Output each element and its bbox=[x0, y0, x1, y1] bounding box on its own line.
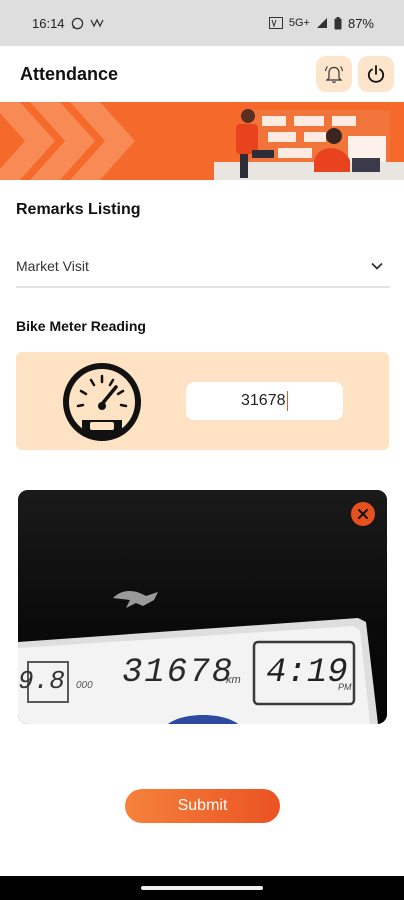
home-gesture-handle[interactable] bbox=[141, 886, 263, 890]
battery-icon bbox=[334, 16, 342, 29]
system-nav-bar bbox=[0, 876, 404, 900]
meter-reading-value: 31678 bbox=[241, 392, 286, 409]
volte-icon bbox=[268, 17, 283, 29]
submit-button[interactable]: Submit bbox=[125, 789, 280, 823]
text-cursor bbox=[286, 391, 288, 411]
status-right: 5G+ 87% bbox=[268, 15, 374, 31]
meter-reading-input[interactable]: 31678 bbox=[186, 382, 343, 420]
photo-clock-suffix: PM bbox=[338, 682, 352, 692]
remove-photo-button[interactable] bbox=[351, 502, 375, 526]
power-icon bbox=[367, 65, 385, 83]
logout-button[interactable] bbox=[358, 56, 394, 92]
close-icon bbox=[358, 509, 368, 519]
remarks-selected: Market Visit bbox=[16, 258, 89, 274]
bike-meter-label: Bike Meter Reading bbox=[16, 318, 146, 334]
status-bar: 16:14 5G+ 87% bbox=[0, 0, 404, 46]
whatsapp-icon bbox=[71, 17, 83, 29]
meter-reading-card: 31678 bbox=[16, 352, 389, 450]
page-title: Attendance bbox=[20, 63, 119, 84]
photo-odometer-unit: km bbox=[226, 674, 241, 686]
meter-photo: 9.8 000 31678 km 4:19 PM bbox=[18, 490, 387, 724]
banner-illustration bbox=[0, 102, 404, 180]
remarks-label: Remarks Listing bbox=[16, 201, 141, 218]
remarks-dropdown[interactable]: Market Visit bbox=[16, 246, 390, 288]
banner-artwork bbox=[0, 102, 404, 180]
notification-icon bbox=[89, 18, 104, 28]
photo-trip-unit: 000 bbox=[76, 680, 93, 691]
photo-trip-reading: 9.8 bbox=[18, 666, 65, 696]
signal-icon bbox=[316, 18, 327, 28]
network-type: 5G+ bbox=[288, 17, 310, 29]
battery-percent: 87% bbox=[347, 15, 374, 31]
bell-icon bbox=[325, 66, 343, 83]
photo-clock-reading: 4:19 bbox=[266, 654, 348, 692]
clock-value: 4:19 bbox=[266, 654, 348, 692]
status-time: 16:14 bbox=[32, 15, 65, 31]
status-left: 16:14 bbox=[32, 16, 104, 31]
notifications-button[interactable] bbox=[316, 56, 352, 92]
chevron-down-icon bbox=[371, 262, 383, 270]
speedometer-icon bbox=[63, 363, 141, 441]
photo-odometer-reading: 31678 bbox=[122, 654, 234, 692]
app-bar: Attendance bbox=[0, 46, 404, 102]
app-bar-actions bbox=[316, 56, 394, 92]
odometer-value: 31678 bbox=[122, 654, 235, 692]
trip-value: 9.8 bbox=[18, 666, 65, 696]
